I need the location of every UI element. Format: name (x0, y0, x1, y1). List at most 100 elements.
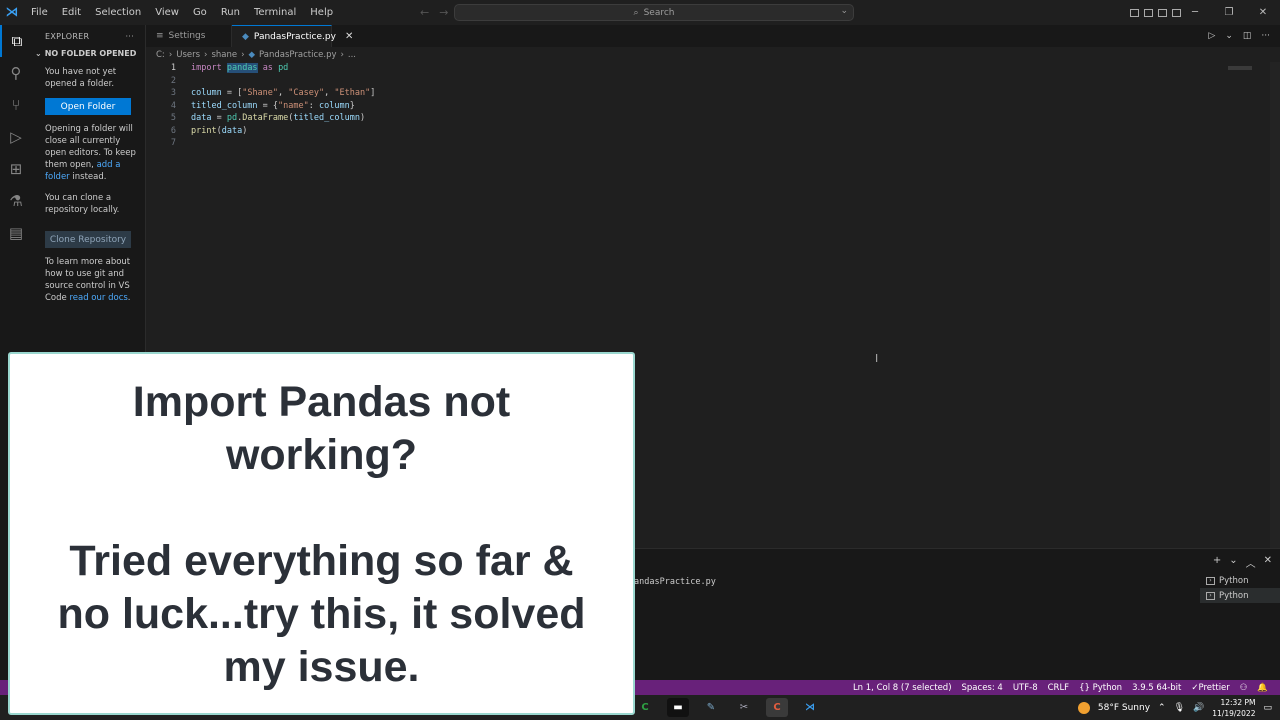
forward-arrow-icon[interactable]: → (439, 6, 448, 19)
menu-view[interactable]: View (148, 0, 186, 25)
search-icon: ⌕ (633, 7, 639, 18)
maximize-panel-icon[interactable]: ︿ (1246, 555, 1256, 570)
nav-arrows: ← → (420, 0, 448, 25)
line-number: 6 (170, 125, 176, 136)
notification-center-icon[interactable]: ▭ (1263, 703, 1272, 713)
menu-help[interactable]: Help (303, 0, 340, 25)
run-python-icon[interactable]: ▷ (1208, 31, 1215, 41)
menu-file[interactable]: File (24, 0, 55, 25)
code-line: 1 import pandas as pd (146, 62, 288, 75)
overlay-line-5: my issue. (223, 643, 420, 691)
more-actions-icon[interactable]: ··· (1261, 31, 1270, 41)
language-mode[interactable]: {} Python (1079, 683, 1122, 693)
toggle-secondary-sidebar-icon[interactable] (1158, 8, 1167, 17)
weather-text[interactable]: 58°F Sunny (1098, 703, 1150, 713)
layout-controls (1130, 0, 1181, 25)
restore-icon[interactable]: ❐ (1212, 0, 1246, 25)
notifications-icon[interactable]: 🔔 (1257, 683, 1268, 693)
git-docs-period: . (127, 293, 131, 303)
python-interpreter[interactable]: 3.9.5 64-bit (1132, 683, 1181, 693)
clion-app-icon[interactable]: C (634, 698, 656, 717)
encoding[interactable]: UTF-8 (1013, 683, 1038, 693)
vscode-app-icon[interactable]: ⋊ (799, 698, 821, 717)
close-window-icon[interactable]: ✕ (1246, 0, 1280, 25)
close-tab-icon[interactable]: ✕ (345, 31, 353, 42)
sidebar-header: EXPLORER ··· (32, 25, 145, 47)
clock[interactable]: 12:32 PM 11/19/2022 (1212, 697, 1255, 719)
read-docs-link[interactable]: read our docs (69, 293, 127, 303)
line-ending[interactable]: CRLF (1048, 683, 1069, 693)
menu-bar: File Edit Selection View Go Run Terminal… (24, 0, 340, 25)
extensions-icon[interactable]: ⊞ (0, 153, 32, 185)
editor-tab-bar: ≡ Settings ◆ PandasPractice.py ✕ ▷ ⌄ ◫ ·… (146, 25, 1280, 47)
split-editor-icon[interactable]: ◫ (1243, 31, 1252, 41)
chevron-down-icon[interactable]: ⌄ (1225, 31, 1233, 41)
line-number: 5 (170, 113, 176, 124)
menu-run[interactable]: Run (214, 0, 247, 25)
tab-settings[interactable]: ≡ Settings (146, 25, 232, 47)
breadcrumb: C: › Users › shane › ◆ PandasPractice.py… (146, 47, 1280, 62)
new-terminal-icon[interactable]: + (1213, 555, 1221, 570)
source-control-icon[interactable]: ⑂ (0, 89, 32, 121)
sidebar-title: EXPLORER (45, 31, 90, 41)
menu-go[interactable]: Go (186, 0, 214, 25)
toggle-sidebar-icon[interactable] (1130, 8, 1139, 17)
microphone-icon[interactable]: 🎙 (1174, 703, 1185, 713)
open-folder-button[interactable]: Open Folder (45, 98, 131, 115)
code-line: 4 titled_column = {"name": column} (146, 100, 355, 113)
camtasia-app-icon[interactable]: C (766, 698, 788, 717)
close-panel-icon[interactable]: ✕ (1264, 555, 1272, 570)
breadcrumb-shane[interactable]: shane (211, 50, 237, 60)
python-file-icon: ◆ (242, 31, 249, 42)
snipping-app-icon[interactable]: ✂ (733, 698, 755, 717)
run-debug-icon[interactable]: ▷ (0, 121, 32, 153)
remote-explorer-icon[interactable]: ▤ (0, 217, 32, 249)
clone-repository-button[interactable]: Clone Repository (45, 231, 131, 248)
open-folder-info-b: instead. (72, 172, 107, 182)
menu-selection[interactable]: Selection (88, 0, 148, 25)
prettier-status[interactable]: ✓Prettier (1191, 683, 1229, 693)
cursor-position[interactable]: Ln 1, Col 8 (7 selected) (853, 683, 952, 693)
indentation[interactable]: Spaces: 4 (962, 683, 1003, 693)
code-line: 6 print(data) (146, 125, 247, 138)
minimize-icon[interactable]: ─ (1178, 0, 1212, 25)
back-arrow-icon[interactable]: ← (420, 6, 429, 19)
toggle-panel-icon[interactable] (1144, 8, 1153, 17)
notepad-app-icon[interactable]: ✎ (700, 698, 722, 717)
breadcrumb-users[interactable]: Users (176, 50, 200, 60)
explorer-icon[interactable]: ⧉ (0, 25, 32, 57)
terminal-list: › Python › Python (1200, 573, 1280, 603)
search-view-icon[interactable]: ⚲ (0, 57, 32, 89)
vertical-scrollbar[interactable] (1270, 62, 1280, 548)
terminal-app-icon[interactable]: ▬ (667, 698, 689, 717)
feedback-icon[interactable]: ⚇ (1240, 683, 1248, 693)
terminal-output[interactable]: andasPractice.py (634, 577, 716, 587)
overlay-line-1: Import Pandas not (132, 378, 511, 426)
chevron-down-icon[interactable]: ⌄ (840, 6, 848, 16)
code-line: 7 (146, 137, 176, 150)
open-folder-info-a: Opening a folder will close all currentl… (45, 124, 136, 170)
breadcrumb-symbols[interactable]: ... (348, 50, 356, 60)
code-text: column = ["Shane", "Casey", "Ethan"] (191, 88, 376, 99)
menu-edit[interactable]: Edit (55, 0, 88, 25)
terminal-item[interactable]: › Python (1200, 573, 1280, 588)
chevron-down-icon[interactable]: ⌄ (1229, 555, 1237, 570)
breadcrumb-file[interactable]: PandasPractice.py (259, 50, 336, 60)
line-number: 1 (170, 63, 176, 74)
menu-terminal[interactable]: Terminal (247, 0, 303, 25)
section-header[interactable]: ⌄ NO FOLDER OPENED (32, 47, 145, 58)
terminal-icon: › (1206, 576, 1215, 585)
terminal-label: Python (1219, 590, 1249, 601)
tray-chevron-icon[interactable]: ⌃ (1158, 703, 1166, 713)
system-tray: 58°F Sunny ⌃ 🎙 🔊 12:32 PM 11/19/2022 ▭ (1077, 695, 1272, 720)
code-text: import pandas as pd (191, 63, 289, 74)
tab-pandas-practice[interactable]: ◆ PandasPractice.py ✕ (232, 25, 353, 47)
minimap[interactable] (1228, 66, 1252, 70)
section-title: NO FOLDER OPENED (44, 49, 137, 58)
terminal-item[interactable]: › Python (1200, 588, 1280, 603)
volume-icon[interactable]: 🔊 (1193, 703, 1204, 713)
more-actions-icon[interactable]: ··· (125, 32, 134, 41)
breadcrumb-drive[interactable]: C: (156, 50, 165, 60)
testing-icon[interactable]: ⚗ (0, 185, 32, 217)
command-center-search[interactable]: ⌕ Search ⌄ (454, 4, 854, 21)
